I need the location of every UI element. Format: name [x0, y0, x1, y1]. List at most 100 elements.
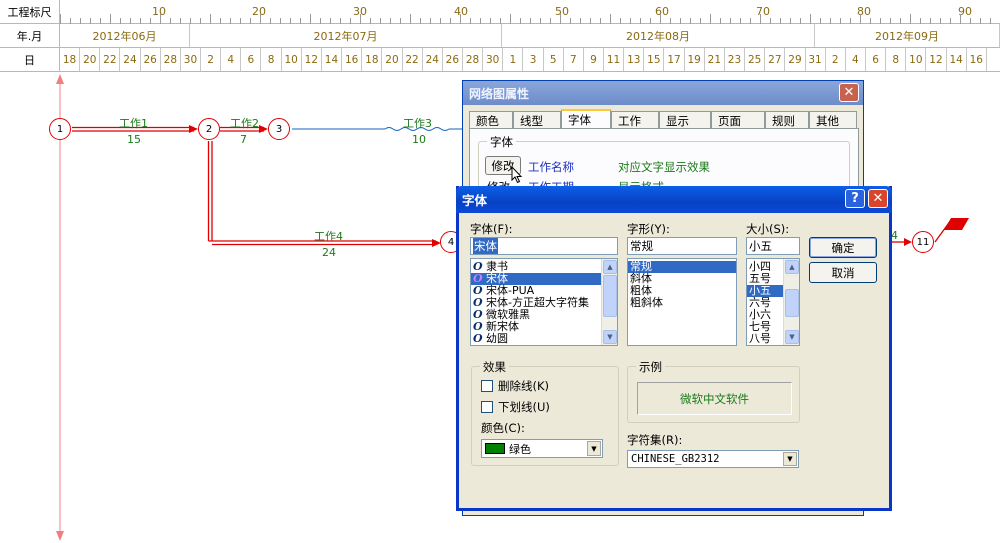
ruler-tick: [710, 14, 711, 24]
tab-display[interactable]: 显示: [659, 111, 711, 129]
ruler-day-cell: 30: [181, 48, 202, 71]
ruler-day-cell: 28: [161, 48, 181, 71]
ruler-day-cell: 22: [403, 48, 423, 71]
ruler-day-cell: 16: [342, 48, 363, 71]
dropdown-arrow-icon[interactable]: ▼: [783, 452, 797, 466]
font-title: 字体: [462, 193, 488, 208]
tab-rules[interactable]: 规则: [765, 111, 809, 129]
strikeout-checkbox[interactable]: 删除线(K): [481, 378, 549, 394]
checkbox-box[interactable]: [481, 401, 493, 413]
font-size-list[interactable]: 小四 五号 小五 六号 小六 七号 八号 ▲ ▼: [746, 258, 800, 346]
time-cursor-bottom-arrow: [56, 531, 64, 541]
ruler-day-label: 日: [0, 48, 60, 71]
close-icon: ✕: [843, 85, 855, 100]
ruler-day-cell: 18: [362, 48, 383, 71]
font-close-button[interactable]: ✕: [868, 189, 888, 208]
color-label: 颜色(C):: [481, 421, 525, 435]
scroll-up-icon[interactable]: ▲: [785, 260, 799, 274]
sample-preview-text: 微软中文软件: [680, 391, 749, 406]
ruler-day-cell: 2: [826, 48, 846, 71]
scroll-down-icon[interactable]: ▼: [785, 330, 799, 344]
ruler-tick: [860, 14, 861, 24]
checkbox-box[interactable]: [481, 380, 493, 392]
list-items: O 隶书 O 宋体 O 宋体-PUA O 宋体-方正超大字符集 O 微软雅黑 O 新宋体 O 幼圆: [471, 261, 601, 345]
scroll-thumb[interactable]: [603, 275, 617, 317]
ruler-day-cell: 18: [60, 48, 81, 71]
scroll-down-icon[interactable]: ▼: [603, 330, 617, 344]
node-1[interactable]: 1: [49, 118, 71, 140]
font-size-scrollbar[interactable]: ▲ ▼: [783, 259, 799, 345]
node-3[interactable]: 3: [268, 118, 290, 140]
ok-button[interactable]: 确定: [809, 237, 877, 258]
underline-label: 下划线(U): [498, 400, 550, 414]
tab-task[interactable]: 工作: [611, 111, 659, 129]
ruler-tick: [960, 14, 961, 24]
ruler-day-cell: 6: [866, 48, 887, 71]
ruler-month-cell: 2012年09月: [815, 24, 1000, 47]
task-partial-label: 4: [891, 229, 898, 242]
props-close-button[interactable]: ✕: [839, 83, 859, 102]
ruler-tick: [60, 14, 61, 24]
font-style-list[interactable]: 常规 斜体 粗体 粗斜体: [627, 258, 737, 346]
list-items: 常规 斜体 粗体 粗斜体: [628, 261, 736, 309]
ruler-tick: [310, 14, 311, 24]
scroll-up-icon[interactable]: ▲: [603, 260, 617, 274]
ruler-month-row: 年.月 2012年06月 2012年07月 2012年08月 2012年09月: [0, 24, 1000, 48]
charset-select-value: CHINESE_GB2312: [631, 453, 720, 465]
list-item[interactable]: O 幼圆: [471, 333, 601, 345]
tab-font[interactable]: 字体: [561, 109, 611, 129]
task-4-name[interactable]: 工作4: [314, 228, 343, 244]
mouse-cursor-icon: [511, 166, 523, 184]
node-4-label: 4: [447, 236, 455, 248]
node-11[interactable]: 11: [912, 231, 934, 253]
font-family-input[interactable]: 宋体: [470, 237, 618, 255]
tab-linetype[interactable]: 线型: [513, 111, 561, 129]
props-tab-strip: 颜色 线型 字体 工作 显示 页面 规则 其他: [469, 109, 859, 129]
ruler-tick: [760, 14, 761, 24]
ruler-day-cell: 5: [544, 48, 564, 71]
task-3-name[interactable]: 工作3: [403, 115, 432, 131]
font-family-input-text: 宋体: [473, 238, 498, 254]
cancel-button[interactable]: 取消: [809, 262, 877, 283]
props-titlebar[interactable]: 网络图属性: [463, 81, 863, 105]
effects-group-label: 效果: [480, 359, 509, 375]
ruler-scale-row: 工程标尺 10 20 30 40 50 60 70 80 90: [0, 0, 1000, 24]
ruler-tick: [260, 14, 261, 24]
ruler-tick: [410, 14, 411, 24]
color-select[interactable]: 绿色 ▼: [481, 439, 603, 458]
scroll-thumb[interactable]: [785, 289, 799, 317]
ruler-day-cell: 13: [624, 48, 645, 71]
ruler-day-cell: 7: [564, 48, 584, 71]
dropdown-arrow-icon[interactable]: ▼: [587, 441, 601, 456]
ruler-month-label: 年.月: [0, 24, 60, 47]
font-size-input[interactable]: 小五: [746, 237, 800, 255]
list-item[interactable]: 粗斜体: [628, 297, 736, 309]
task-arrowhead-end: [904, 238, 912, 246]
props-title: 网络图属性: [469, 86, 530, 101]
tab-page[interactable]: 页面: [711, 111, 765, 129]
font-style-input[interactable]: 常规: [627, 237, 737, 255]
node-2[interactable]: 2: [198, 118, 220, 140]
list-item[interactable]: 八号: [747, 333, 783, 345]
ruler-day-cell: 9: [584, 48, 605, 71]
font-help-button[interactable]: ?: [845, 189, 865, 208]
ruler-month-cell: 2012年06月: [60, 24, 190, 47]
node-1-label: 1: [56, 123, 64, 135]
ruler-day-cell: 14: [947, 48, 967, 71]
charset-select[interactable]: CHINESE_GB2312 ▼: [627, 450, 799, 468]
font-family-list[interactable]: O 隶书 O 宋体 O 宋体-PUA O 宋体-方正超大字符集 O 微软雅黑 O 新宋体 O 幼圆 ▲ ▼: [470, 258, 618, 346]
ruler-day-cell: 10: [282, 48, 302, 71]
task-1-name[interactable]: 工作1: [119, 115, 148, 131]
ruler-day-cell: 23: [725, 48, 746, 71]
font-family-scrollbar[interactable]: ▲ ▼: [601, 259, 617, 345]
ruler-day-cell: 24: [423, 48, 443, 71]
underline-checkbox[interactable]: 下划线(U): [481, 399, 550, 415]
ruler-day-cell: 27: [765, 48, 786, 71]
tab-other[interactable]: 其他: [809, 111, 857, 129]
task-2-name[interactable]: 工作2: [230, 115, 259, 131]
font-titlebar[interactable]: 字体: [456, 186, 892, 213]
ruler-day-cell: 4: [221, 48, 242, 71]
tab-color[interactable]: 颜色: [469, 111, 513, 129]
ruler-day-cell: 14: [322, 48, 343, 71]
ruler-day-cell: 30: [483, 48, 504, 71]
